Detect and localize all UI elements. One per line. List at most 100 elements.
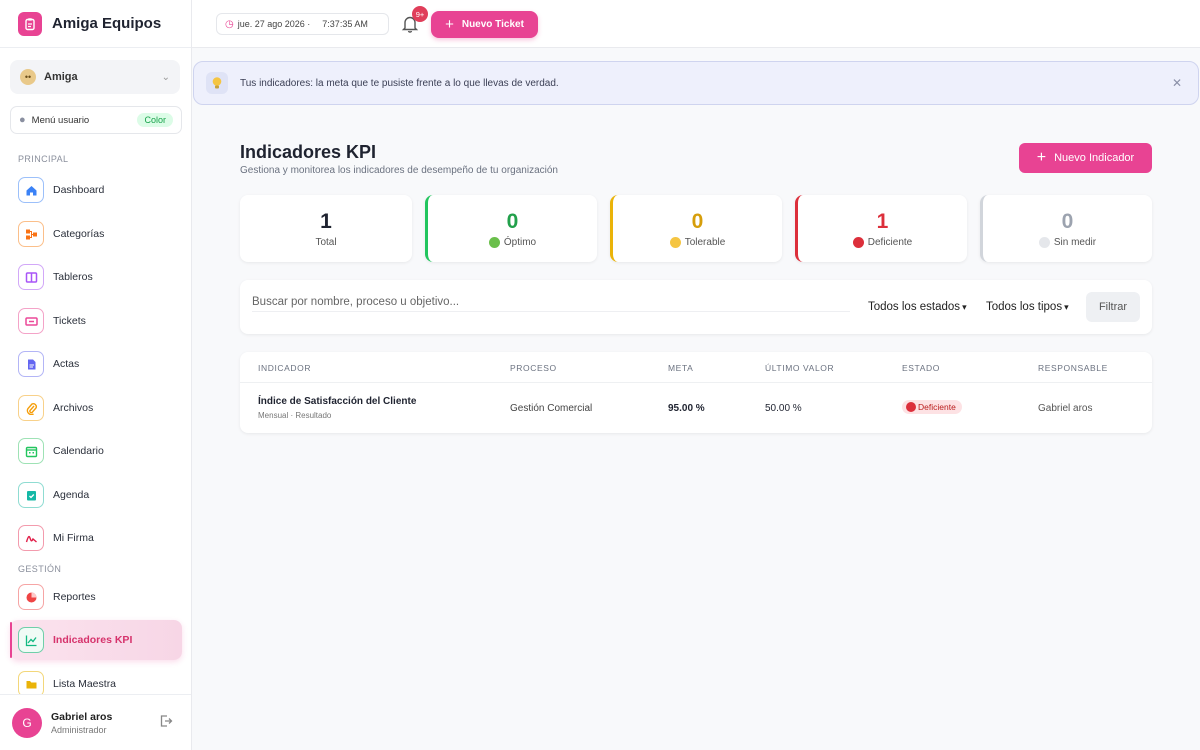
kpi-value: 0 [691,209,704,233]
gray-dot-icon [1038,236,1050,248]
sidebar-item-label: Indicadores KPI [53,634,133,646]
divider [240,382,1152,383]
indicator-name[interactable]: Índice de Satisfacción del Cliente [258,396,416,407]
filter-button[interactable]: Filtrar [1086,292,1140,322]
green-dot-icon [488,236,500,248]
kpi-label: Óptimo [503,236,537,248]
sidebar-item-indicadores-kpi[interactable]: Indicadores KPI [10,620,182,660]
info-banner: Tus indicadores: la meta que te pusiste … [193,61,1199,105]
pie-chart-icon [18,584,44,610]
sidebar-item-archivos[interactable]: Archivos [10,388,182,428]
section-principal: PRINCIPAL [18,154,69,164]
user-name: Gabriel aros [51,710,113,723]
chevron-down-icon: ⌄ [161,71,170,83]
search-input[interactable] [252,292,850,312]
sidebar: Amiga Equipos •• Amiga ⌄ ● Menú usuario … [0,0,192,750]
indicator-meta: Mensual · Resultado [258,411,332,420]
sidebar-item-calendario[interactable]: Calendario [10,431,182,471]
last-value-cell: 50.00 % [765,403,802,414]
chevron-down-icon: ▾ [962,302,967,312]
sidebar-item-label: Actas [53,358,80,370]
status-badge: Deficiente [902,400,962,414]
kpi-value: 1 [320,209,332,233]
column-header[interactable]: ESTADO [902,363,940,373]
clipboard-icon [18,11,42,36]
sidebar-item-label: Calendario [53,445,104,457]
sidebar-item-dashboard[interactable]: Dashboard [10,170,182,210]
sidebar-item-mi-firma[interactable]: Mi Firma [10,518,182,558]
type-select[interactable]: Todos los tipos ▾ [986,301,1069,313]
current-time: 7:37:35 AM [322,19,368,29]
new-indicator-label: Nuevo Indicador [1054,152,1135,164]
sidebar-item-tableros[interactable]: Tableros [10,257,182,297]
ticket-icon [18,308,44,334]
sidebar-item-label: Mi Firma [53,532,94,544]
datetime-display: ◷ jue. 27 ago 2026 · 7:37:35 AM [216,13,389,35]
palette-icon: ● [19,114,26,126]
workspace-selector[interactable]: •• Amiga ⌄ [10,60,180,94]
kpi-card-total[interactable]: 1 Total [240,195,412,262]
line-chart-icon [18,627,44,653]
app-name: Amiga Equipos [52,15,162,32]
logout-icon[interactable] [159,714,173,731]
sidebar-item-label: Dashboard [53,184,105,196]
plus-icon: + [445,16,454,33]
kpi-label: Tolerable [684,236,726,248]
kpi-card-sin-medir[interactable]: 0 Sin medir [980,195,1152,262]
indicators-table: INDICADOR PROCESO META ÚLTIMO VALOR ESTA… [240,352,1152,433]
yellow-dot-icon [669,236,681,248]
sidebar-item-label: Lista Maestra [53,678,117,690]
kpi-value: 0 [506,209,519,233]
current-date: jue. 27 ago 2026 · [237,19,311,29]
home-icon [18,177,44,203]
sidebar-item-tickets[interactable]: Tickets [10,301,182,341]
kpi-label: Sin medir [1053,236,1097,248]
sidebar-item-agenda[interactable]: Agenda [10,475,182,515]
status-label: Deficiente [918,402,956,412]
topbar: ◷ jue. 27 ago 2026 · 7:37:35 AM 9+ + Nue… [192,0,1200,48]
brand[interactable]: Amiga Equipos [0,0,191,48]
sidebar-item-reportes[interactable]: Reportes [10,577,182,617]
user-menu-button[interactable]: ● Menú usuario Color [10,106,182,134]
clock-icon: ◷ [225,18,234,30]
sitemap-icon [18,221,44,247]
kpi-value: 0 [1061,209,1074,233]
notification-count-badge: 9+ [412,6,428,22]
sidebar-item-label: Archivos [53,402,94,414]
agenda-icon [18,482,44,508]
board-icon [18,264,44,290]
plus-icon: + [1036,149,1047,166]
sidebar-item-categorias[interactable]: Categorías [10,214,182,254]
sidebar-item-label: Agenda [53,489,90,501]
column-header[interactable]: ÚLTIMO VALOR [765,363,834,373]
color-badge[interactable]: Color [137,113,173,127]
column-header[interactable]: INDICADOR [258,363,311,373]
calendar-icon [18,438,44,464]
type-select-value: Todos los tipos [986,301,1063,313]
column-header[interactable]: META [668,363,693,373]
page-title: Indicadores KPI [240,142,377,162]
section-gestion: GESTIÓN [18,564,62,574]
document-icon [18,351,44,377]
status-select[interactable]: Todos los estados ▾ [868,301,967,313]
sidebar-item-label: Tickets [53,315,86,327]
sidebar-item-label: Reportes [53,591,96,603]
workspace-avatar-icon: •• [20,69,36,85]
avatar[interactable]: G [12,707,42,738]
user-role: Administrador [51,724,107,735]
status-select-value: Todos los estados [868,301,961,313]
kpi-card-tolerable[interactable]: 0 Tolerable [610,195,782,262]
kpi-card-optimo[interactable]: 0 Óptimo [425,195,597,262]
kpi-card-deficiente[interactable]: 1 Deficiente [795,195,967,262]
sidebar-user-footer: G Gabriel aros Administrador [0,694,191,750]
sidebar-item-actas[interactable]: Actas [10,344,182,384]
column-header[interactable]: RESPONSABLE [1038,363,1108,373]
owner-cell: Gabriel aros [1038,403,1093,414]
red-dot-icon [906,402,916,412]
column-header[interactable]: PROCESO [510,363,557,373]
close-icon[interactable]: ✕ [1172,76,1182,90]
new-indicator-button[interactable]: + Nuevo Indicador [1019,143,1152,173]
new-ticket-button[interactable]: + Nuevo Ticket [431,11,538,38]
chevron-down-icon: ▾ [1064,302,1069,312]
lightbulb-icon [206,72,228,94]
